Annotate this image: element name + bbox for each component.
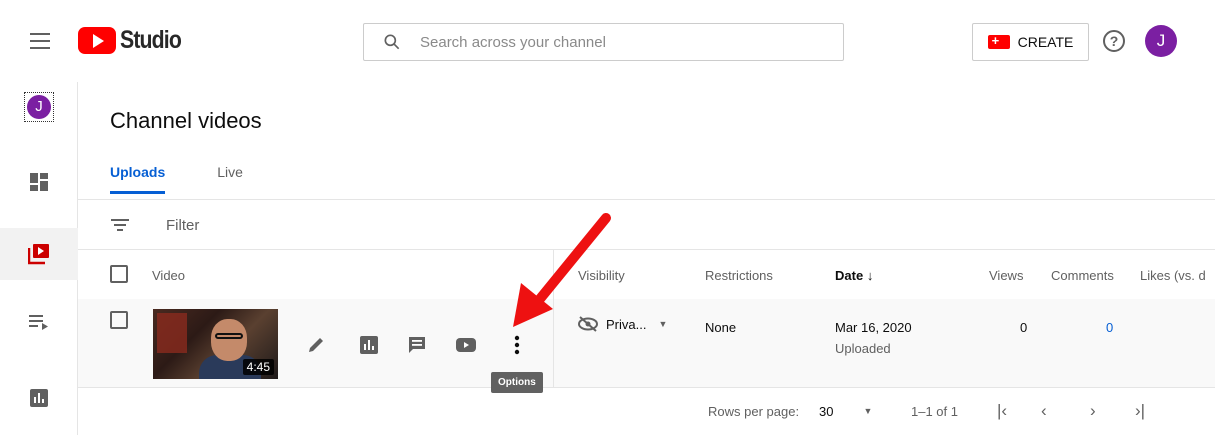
col-likes: Likes (vs. d	[1140, 268, 1206, 283]
rail-dashboard[interactable]	[0, 156, 78, 208]
dashboard-icon	[30, 173, 48, 191]
rail-content[interactable]	[0, 228, 78, 280]
pencil-icon	[309, 338, 323, 352]
views-value: 0	[1020, 320, 1028, 335]
rows-per-page-label: Rows per page:	[708, 404, 800, 419]
comment-icon	[409, 337, 425, 353]
prev-page-icon[interactable]: ‹	[1041, 401, 1047, 421]
rail-analytics[interactable]	[0, 372, 78, 424]
thumb-glasses	[215, 333, 243, 339]
chevron-down-icon: ▼	[863, 406, 873, 416]
date-status: Uploaded	[835, 341, 891, 356]
left-rail: J	[0, 82, 78, 435]
filter-icon	[111, 219, 129, 231]
restrictions-value: None	[705, 320, 737, 335]
table-header: Video Visibility Restrictions Date ↓ Vie…	[78, 250, 1215, 299]
top-bar: Studio Search across your channel CREATE…	[0, 0, 1215, 82]
content-icon	[28, 244, 49, 265]
video-thumbnail[interactable]: 4:45	[153, 309, 278, 379]
col-views: Views	[989, 268, 1024, 283]
page-title: Channel videos	[110, 108, 262, 133]
analytics-icon	[30, 389, 48, 407]
page-range: 1–1 of 1	[911, 404, 958, 419]
account-avatar[interactable]: J	[1145, 25, 1177, 57]
youtube-icon	[456, 338, 476, 352]
visibility-dropdown[interactable]: Priva... ▼	[578, 316, 667, 332]
pagination-bar: Rows per page: 30 ▼ 1–1 of 1 |‹ ‹ › ›|	[78, 387, 1215, 435]
row-checkbox[interactable]	[110, 311, 128, 329]
col-date[interactable]: Date ↓	[835, 268, 873, 283]
col-video: Video	[152, 268, 186, 283]
next-page-icon[interactable]: ›	[1090, 401, 1096, 421]
visibility-value: Priva...	[606, 316, 647, 332]
column-separator	[553, 250, 554, 387]
main-content: Channel videos Uploads Live Filter Video…	[78, 82, 1215, 435]
youtube-play-icon	[78, 27, 116, 54]
rail-playlists[interactable]	[0, 296, 78, 348]
studio-logo[interactable]: Studio	[78, 26, 192, 55]
playlists-icon	[29, 315, 48, 330]
col-visibility: Visibility	[578, 268, 625, 283]
tab-bar: Uploads Live	[110, 164, 295, 194]
more-vert-icon	[514, 335, 520, 355]
channel-avatar-letter: J	[27, 95, 51, 119]
thumb-bg	[157, 313, 187, 353]
view-on-youtube-button[interactable]	[454, 333, 478, 357]
search-placeholder: Search across your channel	[420, 33, 606, 51]
first-page-icon[interactable]: |‹	[997, 401, 1007, 421]
table-row[interactable]: 4:45 Priva... ▼ None Mar 16, 2020 Upload…	[78, 299, 1215, 387]
tab-uploads[interactable]: Uploads	[110, 164, 166, 194]
help-icon[interactable]: ?	[1103, 30, 1125, 52]
eye-off-icon	[578, 316, 598, 332]
options-tooltip: Options	[491, 372, 543, 393]
select-all-checkbox[interactable]	[110, 265, 128, 283]
chevron-down-icon: ▼	[658, 319, 668, 329]
create-label: CREATE	[1017, 34, 1074, 50]
tab-live[interactable]: Live	[217, 164, 243, 194]
filter-label: Filter	[166, 216, 200, 234]
analytics-button[interactable]	[357, 333, 381, 357]
create-button[interactable]: CREATE	[972, 23, 1089, 61]
filter-bar[interactable]: Filter	[78, 200, 1215, 250]
col-restrictions: Restrictions	[705, 268, 773, 283]
col-comments: Comments	[1051, 268, 1114, 283]
logo-text: Studio	[120, 26, 182, 54]
search-icon	[384, 34, 400, 50]
col-date-label: Date	[835, 268, 864, 283]
comments-value[interactable]: 0	[1106, 320, 1113, 335]
channel-avatar[interactable]: J	[24, 92, 54, 122]
thumb-face	[211, 319, 247, 361]
analytics-icon	[360, 336, 378, 354]
edit-button[interactable]	[304, 333, 328, 357]
comments-button[interactable]	[405, 333, 429, 357]
last-page-icon[interactable]: ›|	[1135, 401, 1145, 421]
rows-per-page-value: 30	[819, 404, 834, 419]
video-duration: 4:45	[242, 359, 274, 375]
create-video-icon	[987, 33, 1010, 49]
rows-per-page-select[interactable]: 30 ▼	[819, 404, 872, 419]
menu-icon[interactable]	[30, 33, 50, 49]
search-input[interactable]: Search across your channel	[363, 23, 844, 61]
date-value: Mar 16, 2020	[835, 320, 912, 335]
options-button[interactable]	[505, 333, 529, 357]
sort-down-icon: ↓	[866, 268, 874, 283]
